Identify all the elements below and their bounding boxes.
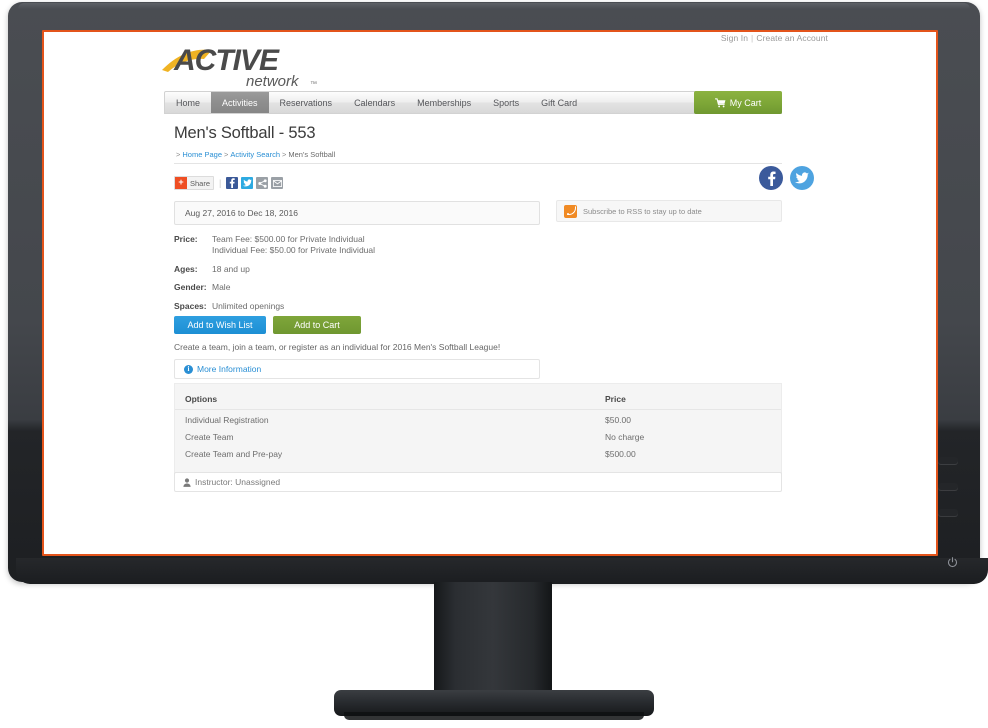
generic-share-icon[interactable] (256, 177, 269, 189)
cell-option: Create Team (185, 432, 234, 442)
instructor-bar: Instructor: Unassigned (174, 472, 782, 492)
date-range-text: Aug 27, 2016 to Dec 18, 2016 (185, 208, 298, 218)
utility-separator: | (751, 33, 754, 43)
twitter-share-icon[interactable] (241, 177, 254, 189)
detail-value-spaces: Unlimited openings (212, 300, 285, 311)
cell-option: Individual Registration (185, 415, 269, 425)
addthis-share-button[interactable]: + Share (174, 176, 215, 190)
detail-value-price: Team Fee: $500.00 for Private Individual… (212, 234, 375, 257)
detail-row-spaces: Spaces: Unlimited openings (174, 301, 594, 312)
social-links (759, 166, 814, 190)
nav-item-home[interactable]: Home (165, 92, 211, 113)
breadcrumb-current: Men's Softball (288, 150, 336, 159)
monitor-osd-button-3[interactable] (938, 509, 958, 516)
person-icon (183, 477, 191, 487)
column-header-price: Price (605, 393, 626, 404)
facebook-share-icon[interactable] (226, 177, 239, 189)
detail-label-gender: Gender: (174, 282, 207, 293)
info-icon: i (184, 364, 193, 374)
monitor-osd-button-1[interactable] (938, 457, 958, 464)
breadcrumb-item-home-page[interactable]: Home Page (182, 150, 222, 159)
breadcrumb-chevron-0: > (176, 150, 181, 159)
rss-icon (564, 204, 577, 218)
table-header-row: Options Price (175, 390, 781, 410)
add-to-cart-button[interactable]: Add to Cart (273, 316, 361, 334)
detail-label-price: Price: (174, 234, 198, 244)
detail-label-spaces: Spaces: (174, 300, 207, 311)
monitor-stand-neck (434, 582, 552, 694)
share-separator: | (219, 178, 222, 188)
instructor-label: Instructor: Unassigned (195, 477, 281, 487)
breadcrumb: > Home Page > Activity Search > Men's Softbal… (174, 150, 782, 164)
nav-item-sports[interactable]: Sports (482, 92, 530, 113)
detail-row-price: Price: Team Fee: $500.00 for Private Ind… (174, 234, 594, 257)
detail-value-ages: 18 and up (212, 263, 250, 274)
facebook-circle-icon[interactable] (759, 166, 783, 190)
share-bar: + Share | (174, 176, 284, 190)
monitor-top-highlight (18, 3, 970, 9)
detail-row-gender: Gender: Male (174, 282, 594, 293)
monitor-osd-button-2[interactable] (938, 483, 958, 490)
shopping-cart-icon (714, 97, 726, 107)
cell-price: $50.00 (605, 415, 631, 425)
nav-item-activities[interactable]: Activities (211, 92, 269, 113)
my-cart-button[interactable]: My Cart (694, 91, 782, 114)
detail-label-ages: Ages: (174, 263, 198, 274)
monitor-stand-foot (344, 712, 644, 720)
breadcrumb-chevron-2: > (282, 150, 287, 159)
price-line-individual: Individual Fee: $50.00 for Private Indiv… (212, 245, 376, 256)
browser-page: Sign In | Create an Account ACTIVE network… (44, 32, 936, 554)
activity-details: Price: Team Fee: $500.00 for Private Ind… (174, 234, 594, 319)
nav-list: Home Activities Reservations Calendars M… (165, 92, 781, 113)
detail-value-gender: Male (212, 282, 231, 293)
more-information-bar[interactable]: i More Information (174, 359, 540, 379)
screen-viewport: Sign In | Create an Account ACTIVE network… (44, 32, 936, 554)
monitor-mockup: Sign In | Create an Account ACTIVE network… (0, 0, 988, 728)
cell-price: $500.00 (605, 449, 636, 459)
my-cart-label: My Cart (729, 97, 762, 108)
breadcrumb-chevron-1: > (224, 150, 229, 159)
options-table: Options Price Individual Registration $5… (174, 383, 782, 476)
breadcrumb-item-activity-search[interactable]: Activity Search (230, 150, 280, 159)
nav-item-reservations[interactable]: Reservations (269, 92, 344, 113)
svg-text:™: ™ (310, 81, 317, 88)
utility-bar: Sign In | Create an Account (721, 33, 828, 43)
page-title: Men's Softball - 553 (174, 124, 316, 142)
table-row[interactable]: Individual Registration $50.00 (175, 412, 781, 429)
price-line-team: Team Fee: $500.00 for Private Individual (212, 234, 365, 244)
cell-option: Create Team and Pre-pay (185, 449, 283, 459)
rss-label: Subscribe to RSS to stay up to date (583, 206, 702, 216)
active-network-logo[interactable]: ACTIVE network ™ (160, 40, 330, 92)
monitor-body: Sign In | Create an Account ACTIVE network… (8, 2, 988, 584)
svg-text:network: network (246, 73, 300, 90)
more-information-label: More Information (197, 364, 262, 374)
column-header-options: Options (185, 393, 218, 404)
activity-description: Create a team, join a team, or register … (174, 342, 501, 352)
nav-item-calendars[interactable]: Calendars (343, 92, 406, 113)
addthis-label: Share (190, 178, 211, 188)
date-range-box: Aug 27, 2016 to Dec 18, 2016 (174, 201, 540, 225)
detail-row-ages: Ages: 18 and up (174, 264, 594, 275)
main-navigation: Home Activities Reservations Calendars M… (164, 91, 782, 114)
sign-in-link[interactable]: Sign In (721, 33, 748, 43)
plus-icon: + (175, 177, 187, 189)
rss-subscribe-box[interactable]: Subscribe to RSS to stay up to date (556, 200, 782, 222)
cell-price: No charge (605, 432, 645, 442)
nav-item-memberships[interactable]: Memberships (406, 92, 482, 113)
action-buttons: Add to Wish List Add to Cart (174, 316, 361, 334)
add-to-wish-list-button[interactable]: Add to Wish List (174, 316, 266, 334)
create-account-link[interactable]: Create an Account (756, 33, 828, 43)
twitter-circle-icon[interactable] (790, 166, 814, 190)
table-row[interactable]: Create Team and Pre-pay $500.00 (175, 446, 781, 463)
table-row[interactable]: Create Team No charge (175, 429, 781, 446)
email-share-icon[interactable] (271, 177, 284, 189)
nav-item-gift-card[interactable]: Gift Card (530, 92, 588, 113)
monitor-bottom-bezel (16, 558, 988, 584)
power-button-icon[interactable] (943, 554, 962, 573)
